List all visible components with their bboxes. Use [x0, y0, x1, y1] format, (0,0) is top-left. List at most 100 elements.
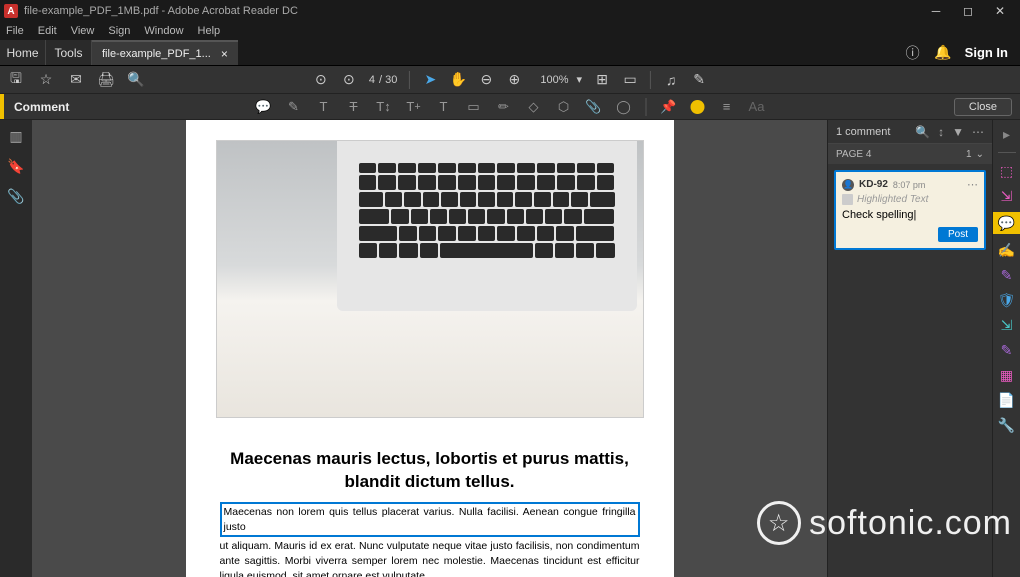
- close-window-button[interactable]: ✕: [984, 0, 1016, 22]
- info-icon[interactable]: ⓘ: [905, 45, 921, 61]
- zoom-level[interactable]: 100%▾: [534, 73, 582, 87]
- organize-icon[interactable]: ▦: [998, 366, 1016, 384]
- eraser-icon[interactable]: ◇: [526, 99, 542, 115]
- read-aloud-icon[interactable]: ♫: [663, 72, 679, 88]
- menubar: File Edit View Sign Window Help: [0, 22, 1020, 40]
- replace-text-icon[interactable]: T↕: [376, 99, 392, 115]
- print-icon[interactable]: 🖨: [98, 72, 114, 88]
- page-total: / 30: [379, 74, 397, 86]
- right-rail: ▸ ⬚ ⇲ 💬 ✍ ✎ 🛡 ⇲ ✎ ▦ 📄 🔧: [992, 120, 1020, 577]
- search-comments-icon[interactable]: 🔍: [915, 125, 930, 139]
- comment-page-header[interactable]: PAGE 4 1 ⌄: [828, 144, 992, 164]
- pointer-icon[interactable]: ➤: [422, 72, 438, 88]
- page-up-icon[interactable]: ⊙: [313, 72, 329, 88]
- shapes-icon[interactable]: ◯: [616, 99, 632, 115]
- maximize-button[interactable]: ◻: [952, 0, 984, 22]
- menu-window[interactable]: Window: [142, 25, 185, 37]
- document-area[interactable]: Maecenas mauris lectus, lobortis et puru…: [32, 120, 827, 577]
- keep-tool-icon[interactable]: 📌: [661, 99, 677, 115]
- line-weight-icon[interactable]: ≡: [719, 99, 735, 115]
- more-icon[interactable]: ⋯: [972, 125, 984, 139]
- menu-help[interactable]: Help: [196, 25, 223, 37]
- tools-tab[interactable]: Tools: [46, 40, 92, 65]
- page: Maecenas mauris lectus, lobortis et puru…: [186, 120, 674, 577]
- more-tools-icon[interactable]: 🔧: [998, 416, 1016, 434]
- sign-in-button[interactable]: Sign In: [965, 45, 1008, 60]
- protect-icon[interactable]: 🛡: [998, 291, 1016, 309]
- page-down-icon[interactable]: ⊙: [341, 72, 357, 88]
- comment-page-label: PAGE 4: [836, 149, 871, 160]
- page-current: 4: [369, 74, 375, 86]
- attachment-icon[interactable]: 📎: [8, 188, 24, 204]
- chevron-down-icon: ⌄: [976, 149, 984, 160]
- tab-row: Home Tools file-example_PDF_1... × ⓘ 🔔 S…: [0, 40, 1020, 66]
- comment-card[interactable]: 👤 KD-92 8:07 pm ⋯ Highlighted Text Check…: [834, 170, 986, 250]
- main-toolbar: 🖫 ☆ ✉ 🖨 🔍 ⊙ ⊙ 4 / 30 ➤ ✋ ⊖ ⊕ 100%▾ ⊞ ▭ ♫…: [0, 66, 1020, 94]
- titlebar: A file-example_PDF_1MB.pdf - Adobe Acrob…: [0, 0, 1020, 22]
- page-number[interactable]: 4 / 30: [369, 74, 397, 86]
- thumbnails-icon[interactable]: ▥: [8, 128, 24, 144]
- close-comment-button[interactable]: Close: [954, 98, 1012, 116]
- insert-text-icon[interactable]: T+: [406, 99, 422, 115]
- create-pdf-icon[interactable]: ⬚: [998, 162, 1016, 180]
- export-pdf-icon[interactable]: ⇲: [998, 187, 1016, 205]
- search-icon[interactable]: 🔍: [128, 72, 144, 88]
- mail-icon[interactable]: ✉: [68, 72, 84, 88]
- menu-edit[interactable]: Edit: [36, 25, 59, 37]
- font-icon[interactable]: Aa: [749, 99, 765, 115]
- minimize-button[interactable]: ─: [920, 0, 952, 22]
- highlighted-text[interactable]: Maecenas non lorem quis tellus placerat …: [220, 502, 640, 537]
- comment-time: 8:07 pm: [893, 180, 926, 190]
- send-icon[interactable]: 📄: [998, 391, 1016, 409]
- zoom-out-icon[interactable]: ⊖: [478, 72, 494, 88]
- menu-sign[interactable]: Sign: [106, 25, 132, 37]
- menu-view[interactable]: View: [69, 25, 97, 37]
- redact-icon[interactable]: ✎: [998, 341, 1016, 359]
- stamp-icon[interactable]: ⬡: [556, 99, 572, 115]
- comment-page-count: 1: [966, 149, 972, 160]
- hand-icon[interactable]: ✋: [450, 72, 466, 88]
- comment-panel-header: 1 comment 🔍 ↕ ▼ ⋯: [828, 120, 992, 144]
- document-tab[interactable]: file-example_PDF_1... ×: [92, 40, 238, 65]
- underline-text-icon[interactable]: T: [316, 99, 332, 115]
- sticky-note-icon[interactable]: 💬: [256, 99, 272, 115]
- collapse-icon[interactable]: ▸: [1003, 126, 1010, 143]
- fill-sign-icon[interactable]: ✍: [998, 241, 1016, 259]
- bell-icon[interactable]: 🔔: [935, 45, 951, 61]
- color-picker-icon[interactable]: [691, 100, 705, 114]
- attach-icon[interactable]: 📎: [586, 99, 602, 115]
- comment-menu-icon[interactable]: ⋯: [967, 178, 978, 191]
- filter-icon[interactable]: ▼: [952, 125, 964, 139]
- compress-icon[interactable]: ⇲: [998, 316, 1016, 334]
- star-icon[interactable]: ☆: [38, 72, 54, 88]
- close-tab-icon[interactable]: ×: [221, 47, 228, 61]
- left-rail: ▥ 🔖 📎: [0, 120, 32, 577]
- textbox-icon[interactable]: ▭: [466, 99, 482, 115]
- sign-tool-icon[interactable]: ✎: [691, 72, 707, 88]
- comment-text-input[interactable]: Check spelling: [842, 209, 978, 221]
- sort-icon[interactable]: ↕: [938, 125, 944, 139]
- home-tab[interactable]: Home: [0, 40, 46, 65]
- strikethrough-icon[interactable]: T: [346, 99, 362, 115]
- highlight-icon[interactable]: ✎: [286, 99, 302, 115]
- text-tool-icon[interactable]: T: [436, 99, 452, 115]
- comment-tool-icon[interactable]: 💬: [993, 212, 1020, 234]
- menu-file[interactable]: File: [4, 25, 26, 37]
- bookmark-icon[interactable]: 🔖: [8, 158, 24, 174]
- separator: [998, 152, 1016, 153]
- paragraph-1: Maecenas non lorem quis tellus placerat …: [220, 502, 640, 577]
- separator: [409, 71, 410, 89]
- document-tab-label: file-example_PDF_1...: [102, 48, 211, 60]
- highlight-type-icon: [842, 194, 853, 205]
- post-button[interactable]: Post: [938, 227, 978, 242]
- zoom-in-icon[interactable]: ⊕: [506, 72, 522, 88]
- comment-count: 1 comment: [836, 126, 890, 138]
- comment-panel: 1 comment 🔍 ↕ ▼ ⋯ PAGE 4 1 ⌄ 👤 KD-92 8:0…: [827, 120, 992, 577]
- separator: [646, 98, 647, 116]
- save-icon[interactable]: 🖫: [8, 72, 24, 88]
- fit-page-icon[interactable]: ▭: [622, 72, 638, 88]
- pencil-icon[interactable]: ✏: [496, 99, 512, 115]
- avatar-icon: 👤: [842, 179, 854, 191]
- edit-pdf-icon[interactable]: ✎: [998, 266, 1016, 284]
- fit-width-icon[interactable]: ⊞: [594, 72, 610, 88]
